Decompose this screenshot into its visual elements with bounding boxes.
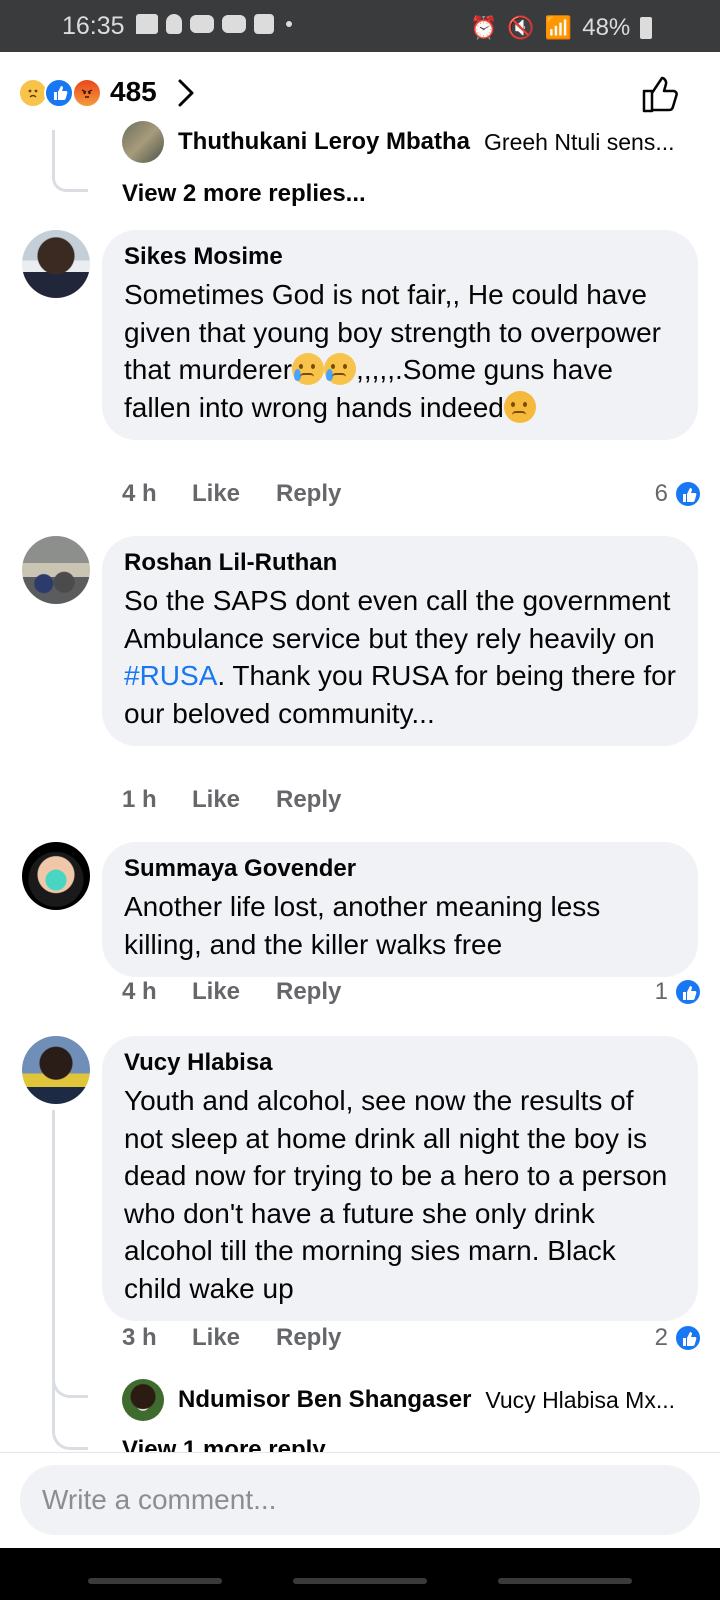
nav-gesture-pill[interactable] [88, 1578, 222, 1584]
status-bar: 16:35 ⏰ 🔇 📶 48% [0, 0, 720, 52]
like-reaction-icon [674, 1324, 702, 1352]
reply-author[interactable]: Ndumisor Ben Shangaser [178, 1386, 471, 1414]
battery-percentage: 48% [582, 14, 631, 41]
alarm-icon: ⏰ [470, 15, 498, 40]
crying-face-emoji-icon [324, 353, 357, 385]
comment-author[interactable]: Vucy Hlabisa [124, 1048, 678, 1078]
reply-snippet: Vucy Hlabisa Mx... [485, 1386, 675, 1413]
message-icon [136, 14, 158, 34]
comment-text: Another life lost, another meaning less … [124, 891, 601, 960]
like-button[interactable]: Like [192, 786, 276, 814]
like-reaction-icon [44, 78, 74, 108]
battery-icon [640, 17, 653, 39]
comment-text: Sometimes God is not fair,, He could hav… [124, 279, 662, 423]
reply-button[interactable]: Reply [276, 786, 341, 814]
reply-button[interactable]: Reply [276, 480, 341, 508]
reply-preview[interactable]: Thuthukani Leroy Mbatha Greeh Ntuli sens… [122, 120, 702, 164]
avatar[interactable] [22, 230, 90, 298]
chevron-right-icon[interactable] [176, 78, 196, 108]
comment-bubble[interactable]: Vucy Hlabisa Youth and alcohol, see now … [102, 1036, 698, 1321]
angry-reaction-icon [72, 78, 102, 108]
comment-bubble[interactable]: Summaya Govender Another life lost, anot… [102, 842, 698, 977]
comment-actions: 4 h Like Reply [122, 480, 341, 508]
reply-author[interactable]: Thuthukani Leroy Mbatha [178, 128, 470, 156]
weary-face-emoji-icon [503, 390, 536, 423]
mute-icon: 🔇 [507, 15, 535, 40]
comment-author[interactable]: Summaya Govender [124, 854, 678, 884]
hashtag-link[interactable]: #RUSA [124, 660, 217, 691]
reaction-icons[interactable] [18, 78, 106, 110]
avatar[interactable] [22, 842, 90, 910]
youtube-icon [190, 15, 214, 33]
thread-connector [52, 1392, 88, 1450]
comment-like-count[interactable]: 1 [655, 978, 702, 1006]
notification-icons [136, 14, 292, 34]
reply-button[interactable]: Reply [276, 978, 341, 1006]
comment-time: 3 h [122, 1324, 157, 1351]
navigation-bar [0, 1548, 720, 1600]
download-icon [254, 14, 274, 34]
crying-face-emoji-icon [292, 353, 325, 385]
comment-text: So the SAPS dont even call the governmen… [124, 585, 676, 729]
comment-actions: 1 h Like Reply [122, 786, 341, 814]
comment-time: 4 h [122, 978, 157, 1005]
like-button[interactable]: Like [192, 1324, 276, 1352]
reply-preview[interactable]: Ndumisor Ben Shangaser Vucy Hlabisa Mx..… [122, 1378, 702, 1422]
comment-author[interactable]: Sikes Mosime [124, 242, 678, 272]
thread-line [52, 1110, 55, 1392]
app-notification-icon [166, 14, 182, 34]
comments-sheet: 485 Thuthukani Leroy Mbatha Greeh Ntuli … [0, 52, 720, 1600]
comment-like-count[interactable]: 6 [655, 480, 702, 508]
nav-gesture-pill[interactable] [498, 1578, 632, 1584]
reply-button[interactable]: Reply [276, 1324, 341, 1352]
status-time: 16:35 [62, 12, 125, 40]
nav-gesture-pill[interactable] [293, 1578, 427, 1584]
reply-snippet: Greeh Ntuli sens... [484, 128, 675, 155]
comment-bubble[interactable]: Sikes Mosime Sometimes God is not fair,,… [102, 230, 698, 440]
more-notifications-dot-icon [286, 21, 292, 27]
thread-connector [52, 130, 88, 192]
youtube-icon [222, 15, 246, 33]
avatar[interactable] [22, 536, 90, 604]
wifi-icon: 📶 [544, 15, 573, 40]
avatar[interactable] [122, 1379, 164, 1421]
reaction-count[interactable]: 485 [110, 76, 157, 108]
like-reaction-icon [674, 480, 702, 508]
comment-time: 4 h [122, 480, 157, 507]
view-more-replies-link[interactable]: View 2 more replies... [122, 180, 366, 208]
comment-like-count[interactable]: 2 [655, 1324, 702, 1352]
comment-author[interactable]: Roshan Lil-Ruthan [124, 548, 678, 578]
comment-text: Youth and alcohol, see now the results o… [124, 1085, 668, 1304]
avatar[interactable] [22, 1036, 90, 1104]
comment-composer [0, 1452, 720, 1548]
like-reaction-icon [674, 978, 702, 1006]
comment-actions: 4 h Like Reply [122, 978, 341, 1006]
comment-bubble[interactable]: Roshan Lil-Ruthan So the SAPS dont even … [102, 536, 698, 746]
comment-actions: 3 h Like Reply [122, 1324, 341, 1352]
like-button[interactable]: Like [192, 978, 276, 1006]
comment-time: 1 h [122, 786, 157, 813]
comment-input[interactable] [20, 1465, 700, 1535]
system-icons: ⏰ 🔇 📶 48% [470, 14, 653, 42]
avatar[interactable] [122, 121, 164, 163]
like-button[interactable]: Like [192, 480, 276, 508]
thumbs-up-outline-icon[interactable] [640, 74, 680, 114]
